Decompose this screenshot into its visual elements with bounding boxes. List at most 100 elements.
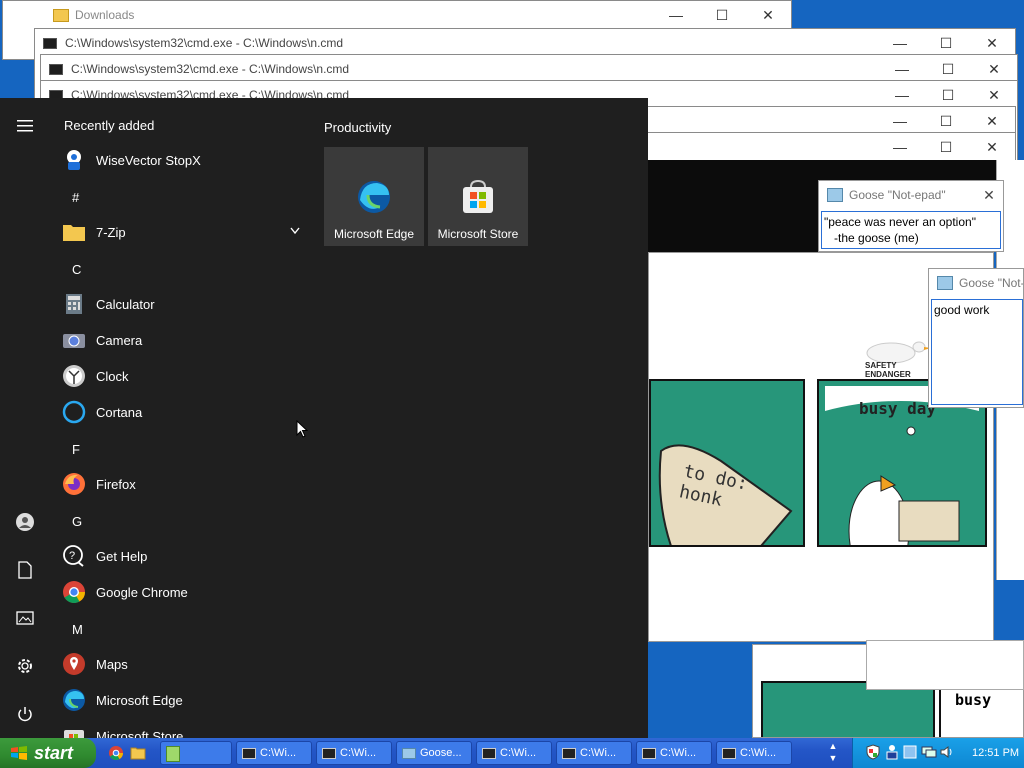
app-maps[interactable]: Maps: [62, 646, 310, 682]
meme-banner: SAFETY ENDANGER: [859, 339, 939, 379]
taskbar-button-cmd[interactable]: C:\Wi...: [716, 741, 792, 765]
taskbar-button-cmd[interactable]: C:\Wi...: [636, 741, 712, 765]
chrome-icon: [62, 580, 86, 604]
folder-icon: [53, 8, 69, 22]
close-button[interactable]: ✕: [969, 29, 1015, 57]
app-7zip[interactable]: 7-Zip: [62, 214, 310, 250]
clock-icon: [62, 364, 86, 388]
user-tray-icon[interactable]: [885, 744, 899, 763]
folder-icon: [62, 220, 86, 244]
cmd-title: C:\Windows\system32\cmd.exe - C:\Windows…: [65, 36, 344, 50]
explorer-quicklaunch-icon[interactable]: [130, 745, 146, 764]
goose-notepad-2[interactable]: Goose "Not- good work: [928, 268, 1024, 408]
app-camera[interactable]: Camera: [62, 322, 310, 358]
hamburger-menu-icon[interactable]: [12, 113, 38, 139]
note-text-area[interactable]: "peace was never an option" -the goose (…: [821, 211, 1001, 249]
cmd-icon: [722, 747, 736, 759]
app-firefox[interactable]: Firefox: [62, 466, 310, 502]
shield-icon[interactable]: [865, 743, 881, 763]
camera-icon: [62, 328, 86, 352]
busy-day-text: busy day: [859, 399, 937, 418]
tile-microsoft-edge[interactable]: Microsoft Edge: [324, 147, 424, 246]
app-wisevector[interactable]: WiseVector StopX: [62, 142, 310, 178]
app-microsoft-edge[interactable]: Microsoft Edge: [62, 682, 310, 718]
taskbar-scroll-buttons[interactable]: ▲ ▼: [826, 740, 840, 766]
cmd-icon: [642, 747, 656, 759]
power-icon[interactable]: [12, 701, 38, 727]
minimize-button[interactable]: —: [879, 81, 925, 109]
svg-text:?: ?: [69, 550, 75, 562]
start-button[interactable]: start: [0, 738, 96, 768]
close-button[interactable]: ✕: [975, 187, 1003, 204]
minimize-button[interactable]: —: [877, 29, 923, 57]
window-tray-icon[interactable]: [903, 745, 917, 762]
cmd-icon: [49, 63, 63, 75]
note-title: Goose "Not-epad": [849, 188, 946, 202]
app-get-help[interactable]: ? Get Help: [62, 538, 310, 574]
start-rail: [0, 98, 50, 738]
volume-icon[interactable]: [940, 745, 954, 762]
note-text-area[interactable]: good work: [931, 299, 1023, 405]
network-icon[interactable]: [921, 745, 937, 762]
settings-gear-icon[interactable]: [12, 653, 38, 679]
taskbar-button-cmd[interactable]: C:\Wi...: [556, 741, 632, 765]
app-cortana[interactable]: Cortana: [62, 394, 310, 430]
minimize-button[interactable]: —: [653, 1, 699, 29]
tiles-group-header: Productivity: [324, 120, 392, 135]
notepad-icon: [402, 747, 416, 759]
taskbar: start C:\Wi... C:\Wi... Goose... C:\Wi..…: [0, 738, 1024, 768]
busy-text: busy: [955, 691, 992, 709]
cortana-icon: [62, 400, 86, 424]
chevron-up-icon[interactable]: ▲: [826, 740, 840, 752]
user-account-icon[interactable]: [12, 509, 38, 535]
maximize-button[interactable]: ☐: [925, 55, 971, 83]
minimize-button[interactable]: —: [877, 107, 923, 135]
chevron-down-icon[interactable]: ▼: [826, 752, 840, 764]
group-letter[interactable]: M: [72, 622, 83, 637]
maximize-button[interactable]: ☐: [925, 81, 971, 109]
taskbar-button-cmd[interactable]: C:\Wi...: [236, 741, 312, 765]
app-clock[interactable]: Clock: [62, 358, 310, 394]
group-letter[interactable]: G: [72, 514, 82, 529]
chrome-quicklaunch-icon[interactable]: [108, 745, 124, 764]
close-button[interactable]: ✕: [969, 133, 1015, 161]
app-microsoft-store[interactable]: Microsoft Store: [62, 718, 310, 738]
group-letter[interactable]: C: [72, 262, 81, 277]
taskbar-button-cmd[interactable]: C:\Wi...: [316, 741, 392, 765]
close-button[interactable]: ✕: [745, 1, 791, 29]
downloads-title: Downloads: [75, 8, 135, 22]
goose-notepad-1[interactable]: Goose "Not-epad" ✕ "peace was never an o…: [818, 180, 1004, 252]
active-app-button[interactable]: [160, 741, 232, 765]
maximize-button[interactable]: ☐: [699, 1, 745, 29]
pictures-icon[interactable]: [12, 605, 38, 631]
edge-icon: [62, 688, 86, 712]
app-google-chrome[interactable]: Google Chrome: [62, 574, 310, 610]
documents-icon[interactable]: [12, 557, 38, 583]
notepad-icon: [166, 746, 180, 762]
cmd-icon: [562, 747, 576, 759]
cmd-window-4[interactable]: — ☐ ✕: [600, 106, 1016, 135]
taskbar-button-cmd[interactable]: C:\Wi...: [476, 741, 552, 765]
store-icon: [62, 724, 86, 738]
system-tray: 12:51 PM: [852, 738, 1024, 768]
app-calculator[interactable]: Calculator: [62, 286, 310, 322]
chevron-down-icon[interactable]: [290, 224, 300, 238]
minimize-button[interactable]: —: [877, 133, 923, 161]
close-button[interactable]: ✕: [969, 107, 1015, 135]
firefox-icon: [62, 472, 86, 496]
maximize-button[interactable]: ☐: [923, 107, 969, 135]
minimize-button[interactable]: —: [879, 55, 925, 83]
group-letter[interactable]: #: [72, 190, 79, 205]
cmd-icon: [43, 37, 57, 49]
taskbar-button-goose[interactable]: Goose...: [396, 741, 472, 765]
store-icon: [460, 179, 496, 218]
maximize-button[interactable]: ☐: [923, 29, 969, 57]
maximize-button[interactable]: ☐: [923, 133, 969, 161]
close-button[interactable]: ✕: [971, 55, 1017, 83]
close-button[interactable]: ✕: [971, 81, 1017, 109]
recently-added-header: Recently added: [64, 118, 155, 133]
group-letter[interactable]: F: [72, 442, 80, 457]
cmd-window-5[interactable]: — ☐ ✕: [600, 132, 1016, 162]
clock-display[interactable]: 12:51 PM: [972, 747, 1019, 759]
tile-microsoft-store[interactable]: Microsoft Store: [428, 147, 528, 246]
